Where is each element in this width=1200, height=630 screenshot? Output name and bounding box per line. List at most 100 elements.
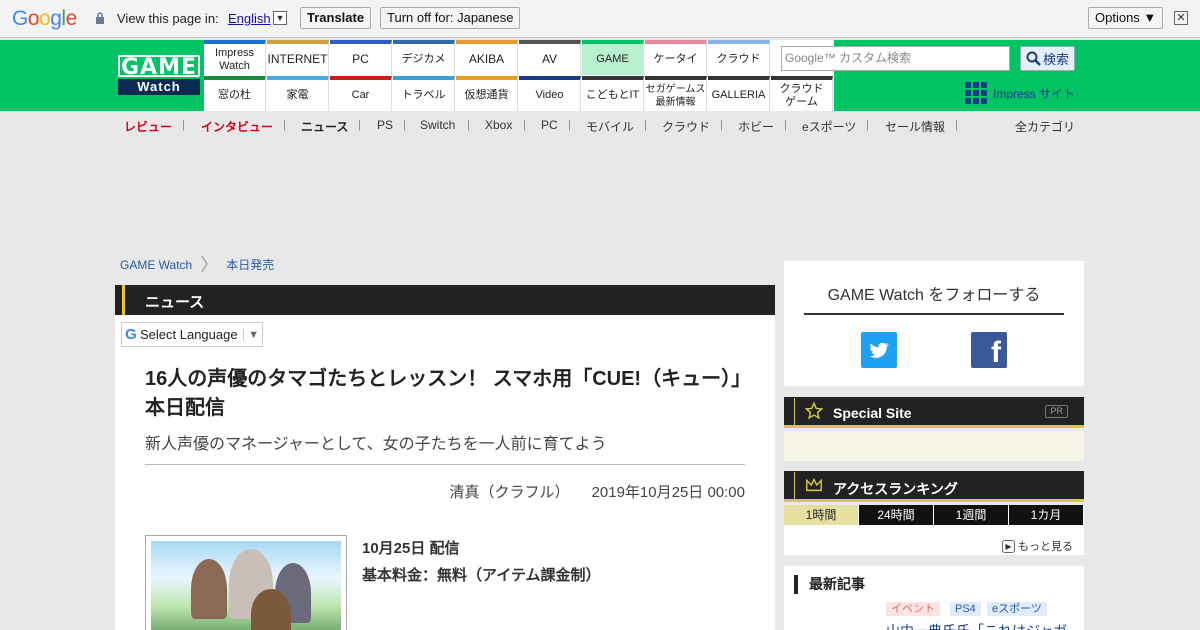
site-link-crypto[interactable]: 仮想通貨 xyxy=(456,76,518,111)
special-site-header: Special Site PR xyxy=(784,397,1084,428)
site-link-akiba[interactable]: AKIBA xyxy=(456,40,518,75)
google-g-icon: G xyxy=(125,326,137,343)
site-link-keitai[interactable]: ケータイ xyxy=(645,40,707,75)
chevron-right-icon: 〉 xyxy=(200,254,219,275)
tab-1-week[interactable]: 1週間 xyxy=(934,505,1009,525)
select-language-label: Select Language xyxy=(140,327,238,342)
latest-articles-box: 最新記事 イベント PS4 eスポーツ 山内一典氏氏「これはジャガ xyxy=(784,566,1084,630)
ranking-title: アクセスランキング xyxy=(833,481,958,497)
article-byline: 清真（クラフル） 2019年10月25日 00:00 xyxy=(450,481,745,502)
site-link-madonomori[interactable]: 窓の杜 xyxy=(204,76,266,111)
all-categories-link[interactable]: 全カテゴリ xyxy=(1015,118,1075,135)
facebook-icon[interactable]: f xyxy=(971,332,1007,369)
site-link-kaden[interactable]: 家電 xyxy=(267,76,329,111)
ranking-header: アクセスランキング xyxy=(784,471,1084,502)
category-sale[interactable]: セール情報 xyxy=(885,118,945,135)
category-switch[interactable]: Switch xyxy=(420,118,455,132)
latest-title: 最新記事 xyxy=(794,575,865,594)
site-link-impress-watch[interactable]: Impress Watch xyxy=(204,40,266,75)
impress-sites-link[interactable]: Impress サイト xyxy=(965,82,1075,104)
article-subtitle: 新人声優のマネージャーとして、女の子たちを一人前に育てよう xyxy=(145,436,607,453)
tab-1-hour[interactable]: 1時間 xyxy=(784,505,859,525)
category-interview[interactable]: インタビュー xyxy=(201,118,273,135)
language-dropdown-icon[interactable]: ▼ xyxy=(273,11,287,25)
crown-icon xyxy=(806,477,822,492)
follow-box: GAME Watch をフォローする f xyxy=(784,261,1084,386)
follow-title: GAME Watch をフォローする xyxy=(804,281,1064,315)
category-mobile[interactable]: モバイル xyxy=(586,118,634,135)
category-nav: レビュー | インタビュー | ニュース | PS | Switch | Xbo… xyxy=(124,118,958,135)
article-panel: ニュース G Select Language ▼ 16人の声優のタマゴたちとレッ… xyxy=(115,285,775,630)
play-icon: ▶ xyxy=(1002,539,1015,553)
section-header: ニュース xyxy=(115,285,775,315)
translate-prompt: View this page in: xyxy=(117,11,219,26)
dropdown-arrow-icon: ▼ xyxy=(243,328,259,341)
category-pc[interactable]: PC xyxy=(541,118,558,132)
lock-icon xyxy=(96,12,104,24)
breadcrumb-current[interactable]: 本日発売 xyxy=(226,256,274,273)
turn-off-button[interactable]: Turn off for: Japanese xyxy=(380,7,521,29)
twitter-icon[interactable] xyxy=(861,332,897,368)
site-navigation: Impress Watch INTERNET PC デジカメ AKIBA AV G… xyxy=(204,40,834,111)
site-link-galleria[interactable]: GALLERIA xyxy=(708,76,770,111)
search-button[interactable]: 検索 xyxy=(1020,46,1075,71)
release-date: 10月25日 配信 xyxy=(362,540,460,557)
options-button[interactable]: Options ▼ xyxy=(1088,7,1164,29)
category-xbox[interactable]: Xbox xyxy=(485,118,512,132)
article-date: 2019年10月25日 00:00 xyxy=(591,484,745,501)
site-link-av[interactable]: AV xyxy=(519,40,581,75)
site-header: GAME Watch Impress Watch INTERNET PC デジカメ… xyxy=(0,40,1200,111)
tag-esports[interactable]: eスポーツ xyxy=(987,602,1047,616)
search-input[interactable]: Google™ カスタム検索 xyxy=(781,46,1010,71)
category-cloud[interactable]: クラウド xyxy=(662,118,710,135)
site-link-game[interactable]: GAME xyxy=(582,40,644,75)
breadcrumb: GAME Watch 〉 本日発売 xyxy=(120,254,274,275)
more-link[interactable]: ▶ もっと見る xyxy=(1002,538,1073,554)
latest-article-link[interactable]: 山内一典氏氏「これはジャガ xyxy=(886,621,1067,630)
impress-sites-label: Impress サイト xyxy=(993,86,1076,101)
translate-button[interactable]: Translate xyxy=(300,7,372,29)
price-info: 基本料金：無料（アイテム課金制） xyxy=(362,567,601,584)
category-review[interactable]: レビュー xyxy=(124,118,172,135)
article-author: 清真（クラフル） xyxy=(449,484,570,501)
search-icon xyxy=(1026,51,1041,66)
star-icon xyxy=(805,402,823,420)
select-language-dropdown[interactable]: G Select Language ▼ xyxy=(121,322,263,347)
close-icon[interactable]: ✕ xyxy=(1174,11,1188,25)
site-link-cloud-game[interactable]: クラウド ゲーム xyxy=(771,76,833,111)
tag-ps4[interactable]: PS4 xyxy=(950,602,981,616)
tab-1-month[interactable]: 1カ月 xyxy=(1009,505,1084,525)
tag-event[interactable]: イベント xyxy=(886,602,940,616)
logo-bottom-text: Watch xyxy=(118,79,200,95)
category-ps[interactable]: PS xyxy=(377,118,393,132)
target-language-link[interactable]: English xyxy=(228,11,271,26)
special-site-title: Special Site xyxy=(833,405,912,421)
category-news[interactable]: ニュース xyxy=(301,118,348,135)
ranking-tabs: 1時間 24時間 1週間 1カ月 xyxy=(784,505,1084,525)
article-thumbnail[interactable] xyxy=(145,535,347,630)
category-esports[interactable]: eスポーツ xyxy=(802,118,856,135)
site-link-travel[interactable]: トラベル xyxy=(393,76,455,111)
search-button-label: 検索 xyxy=(1042,52,1069,67)
tab-24-hours[interactable]: 24時間 xyxy=(859,505,934,525)
site-link-dejikame[interactable]: デジカメ xyxy=(393,40,455,75)
site-link-internet[interactable]: INTERNET xyxy=(267,40,329,75)
breadcrumb-home[interactable]: GAME Watch xyxy=(120,258,192,272)
game-key-visual-image xyxy=(151,541,341,630)
google-logo: Google xyxy=(12,7,77,30)
site-link-sega[interactable]: セガゲームス 最新情報 xyxy=(645,76,707,111)
pr-badge: PR xyxy=(1045,405,1068,418)
logo-top-text: GAME xyxy=(118,55,200,79)
site-link-cloud[interactable]: クラウド xyxy=(708,40,770,75)
translate-bar: Google View this page in: English ▼ Tran… xyxy=(0,0,1200,38)
site-link-kodomo[interactable]: こどもとIT xyxy=(582,76,644,111)
release-info: 10月25日 配信 基本料金：無料（アイテム課金制） xyxy=(362,535,601,589)
divider xyxy=(145,464,745,465)
category-hobby[interactable]: ホビー xyxy=(738,118,774,135)
site-link-pc[interactable]: PC xyxy=(330,40,392,75)
game-watch-logo[interactable]: GAME Watch xyxy=(118,55,200,95)
section-title: ニュース xyxy=(145,294,205,311)
site-link-car[interactable]: Car xyxy=(330,76,392,111)
site-link-video[interactable]: Video xyxy=(519,76,581,111)
more-label: もっと見る xyxy=(1018,541,1073,553)
